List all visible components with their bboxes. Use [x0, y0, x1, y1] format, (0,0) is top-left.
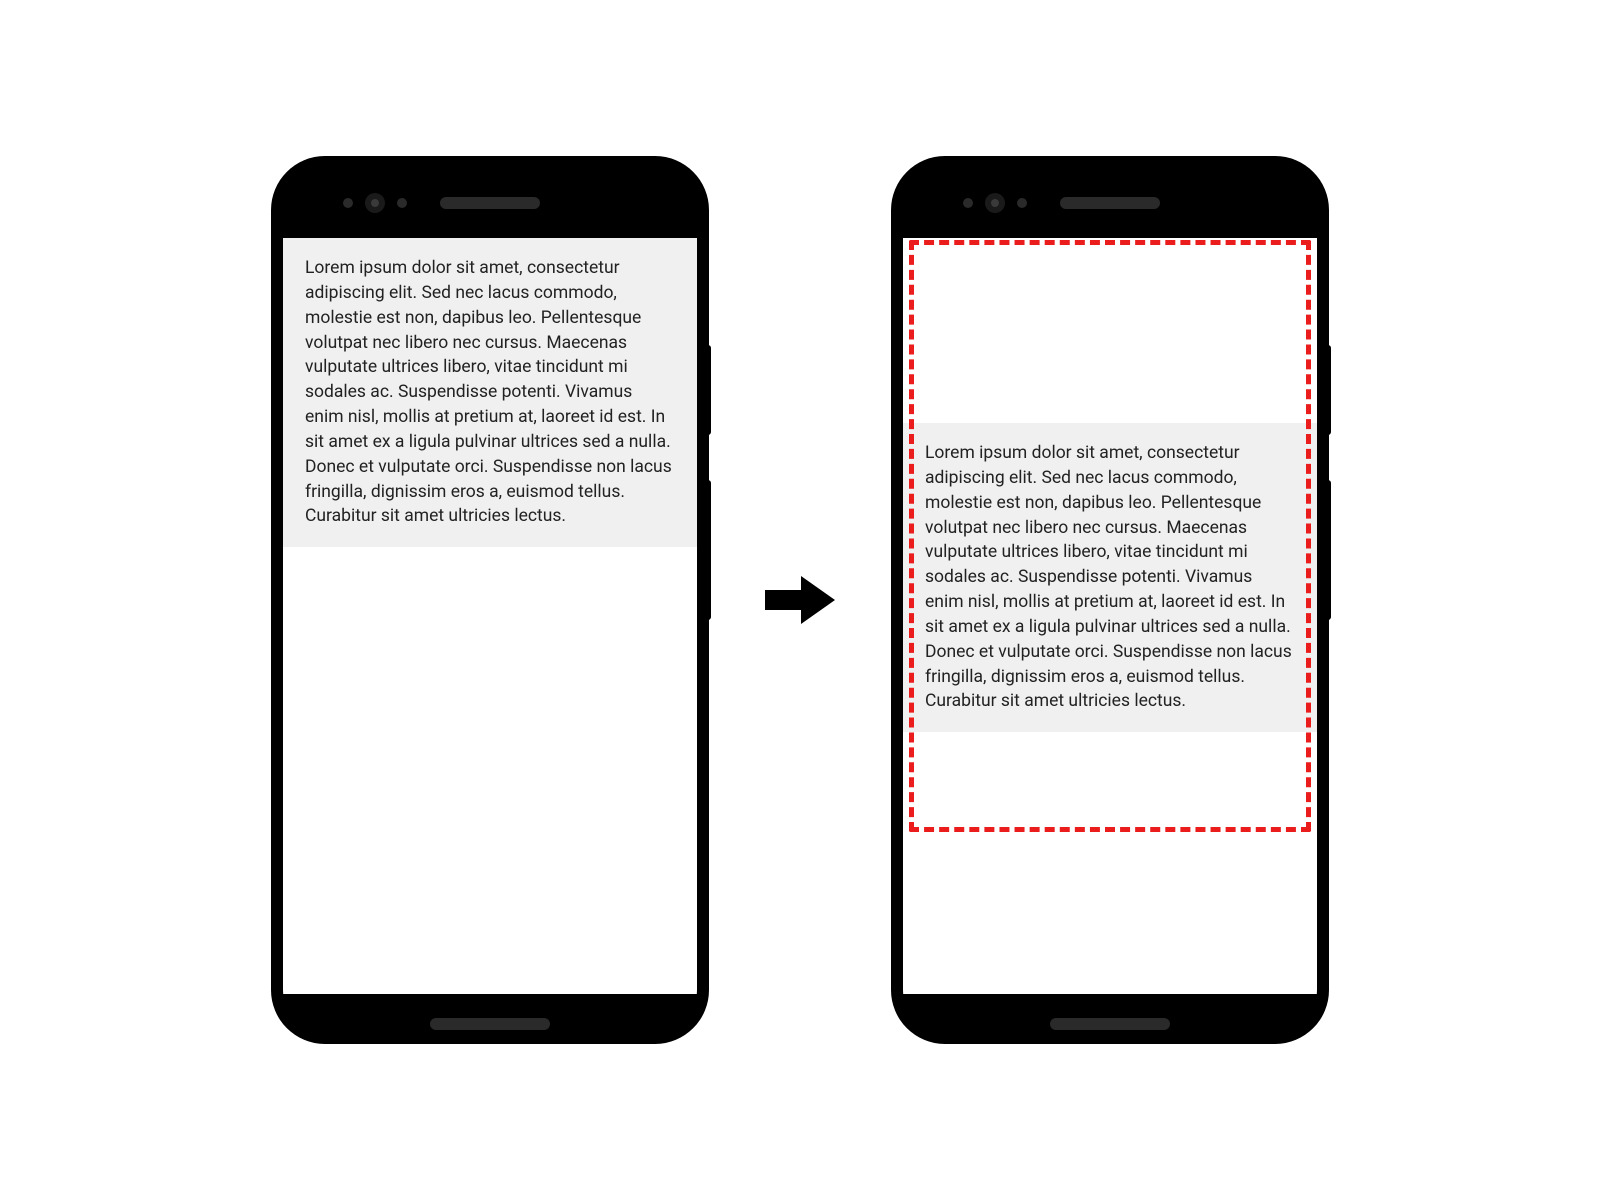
side-button-upper: [705, 345, 711, 435]
side-button-lower: [1325, 480, 1331, 620]
phone-top-bezel: [283, 168, 697, 238]
phone-sensors: [963, 193, 1027, 213]
transition-arrow: [765, 570, 835, 630]
phone-mockup-left: Lorem ipsum dolor sit amet, consectetur …: [275, 160, 705, 1040]
home-slot-icon: [1050, 1018, 1170, 1030]
content-text-block: Lorem ipsum dolor sit amet, consectetur …: [283, 238, 697, 547]
phone-inner: Lorem ipsum dolor sit amet, consectetur …: [283, 168, 697, 1032]
phone-bottom-bezel: [283, 994, 697, 1032]
front-camera-icon: [365, 193, 385, 213]
sensor-dot-icon: [343, 198, 353, 208]
front-camera-icon: [985, 193, 1005, 213]
content-text-block: Lorem ipsum dolor sit amet, consectetur …: [903, 423, 1317, 732]
side-button-lower: [705, 480, 711, 620]
arrow-right-icon: [765, 570, 835, 630]
phone-top-bezel: [903, 168, 1317, 238]
phone-screen-left: Lorem ipsum dolor sit amet, consectetur …: [283, 238, 697, 994]
phone-sensors: [343, 193, 407, 213]
sensor-dot-icon: [1017, 198, 1027, 208]
speaker-slot-icon: [1060, 197, 1160, 209]
lorem-text: Lorem ipsum dolor sit amet, consectetur …: [925, 443, 1292, 711]
lorem-text: Lorem ipsum dolor sit amet, consectetur …: [305, 258, 672, 526]
phone-bottom-bezel: [903, 994, 1317, 1032]
phone-screen-right: Lorem ipsum dolor sit amet, consectetur …: [903, 238, 1317, 994]
sensor-dot-icon: [397, 198, 407, 208]
phone-inner: Lorem ipsum dolor sit amet, consectetur …: [903, 168, 1317, 1032]
phone-mockup-right: Lorem ipsum dolor sit amet, consectetur …: [895, 160, 1325, 1040]
side-button-upper: [1325, 345, 1331, 435]
sensor-dot-icon: [963, 198, 973, 208]
home-slot-icon: [430, 1018, 550, 1030]
speaker-slot-icon: [440, 197, 540, 209]
